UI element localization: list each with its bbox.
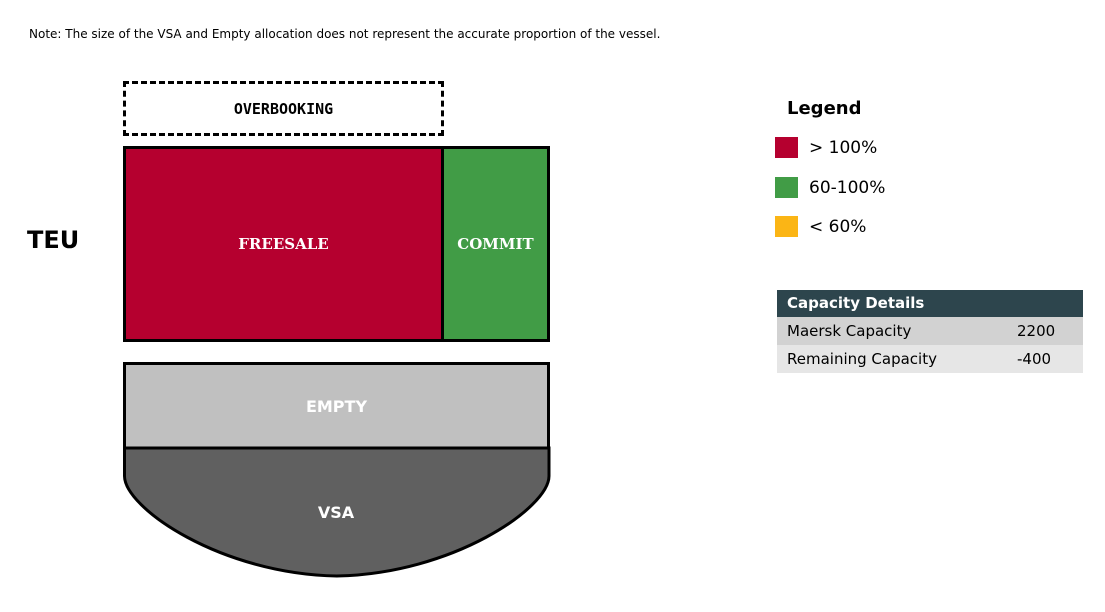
unit-label: TEU [27,226,80,254]
legend-swatch-green [775,177,798,198]
vsa-label: VSA [317,503,355,522]
overbooking-block: OVERBOOKING [123,81,444,136]
legend-title: Legend [787,98,862,119]
row-label: Maersk Capacity [787,322,912,340]
table-row: Remaining Capacity -400 [777,345,1083,373]
table-row: Maersk Capacity 2200 [777,317,1083,345]
row-value: -400 [1017,350,1052,368]
capacity-details-table: Capacity Details Maersk Capacity 2200 Re… [777,290,1083,373]
commit-label: COMMIT [457,235,534,253]
legend-label: > 100% [809,137,878,158]
legend-item-60-100: 60-100% [775,177,885,198]
row-label: Remaining Capacity [787,350,937,368]
legend-swatch-yellow [775,216,798,237]
legend-label: 60-100% [809,177,886,198]
overbooking-label: OVERBOOKING [233,99,334,118]
row-value: 2200 [1017,322,1056,340]
legend-swatch-red [775,137,798,158]
freesale-label: FREESALE [238,235,329,253]
legend-item-under-60: < 60% [775,216,866,237]
disclaimer-note: Note: The size of the VSA and Empty allo… [29,27,661,41]
legend-label: < 60% [809,216,867,237]
commit-block: COMMIT [441,146,550,342]
freesale-block: FREESALE [123,146,444,342]
empty-label: EMPTY [305,396,368,416]
empty-block: EMPTY [123,362,550,450]
capacity-details-title: Capacity Details [777,290,1083,317]
legend-item-over-100: > 100% [775,137,877,158]
